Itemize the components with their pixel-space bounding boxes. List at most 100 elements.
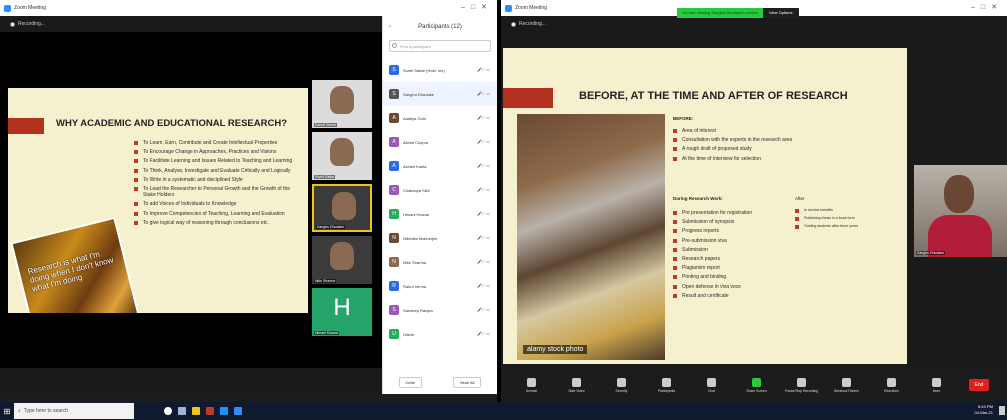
mic-muted-icon[interactable]: 🎤̸ ▭ xyxy=(477,307,491,312)
before-label: BEFORE: xyxy=(673,116,694,121)
bullet-item: Progress reports xyxy=(673,228,813,234)
toolbar-button-reactions[interactable]: Reactions xyxy=(879,377,905,393)
toolbar-button-pause-stop-recording[interactable]: Pause/Stop Recording xyxy=(785,377,818,393)
participant-row[interactable]: S Sanghu Dhodake 🎤̸ ▭ xyxy=(383,82,497,106)
bullet-item: Area of interest xyxy=(673,128,823,134)
participant-name: Chaitanya Sikh xyxy=(403,187,430,193)
mute-all-button[interactable]: Mute All xyxy=(453,377,482,388)
share-status: You are viewing Sanghu Dhodake's screen xyxy=(677,8,763,18)
toolbar-button-more[interactable]: More xyxy=(924,377,950,393)
participant-row[interactable]: S Sumit Sattar (Host, me) 🎤̸ ▭ xyxy=(383,58,497,82)
participant-name: Ulishe xyxy=(403,331,415,337)
toolbar-label: Pause/Stop Recording xyxy=(785,388,818,393)
toolbar-button-participants[interactable]: Participants xyxy=(654,377,680,393)
office-icon[interactable] xyxy=(206,407,214,415)
system-tray[interactable]: 8:10 PM 04-Mar-21 xyxy=(975,404,993,416)
toolbar-button-start-video[interactable]: Start Video xyxy=(564,377,590,393)
toolbar-icon xyxy=(842,377,851,387)
mic-muted-icon[interactable]: 🎤̸ ▭ xyxy=(477,259,491,264)
avatar: C xyxy=(389,185,399,195)
participant-row[interactable]: R Rahul Verma 🎤̸ ▭ xyxy=(383,274,497,298)
speaker-video[interactable]: Sanghu Dhodake xyxy=(914,165,1007,257)
participants-header: ‹ Participants (12) xyxy=(383,16,497,38)
video-tile-active-speaker[interactable]: Sanghu Dhodake xyxy=(312,184,372,232)
slide-title: WHY ACADEMIC AND EDUCATIONAL RESEARCH? xyxy=(56,118,287,129)
windows-start-icon[interactable]: ⊞ xyxy=(0,402,14,420)
participant-name: Rahul Verma xyxy=(403,283,427,289)
toolbar-button-security[interactable]: Security xyxy=(609,377,635,393)
toolbar-button-chat[interactable]: Chat xyxy=(699,377,725,393)
zoom-taskbar-icon[interactable] xyxy=(234,407,242,415)
bullet-item: Publishing thesis in a book form xyxy=(795,216,891,221)
mic-muted-icon[interactable]: 🎤̸ ▭ xyxy=(477,91,491,96)
toolbar-icon xyxy=(707,377,716,387)
video-tile[interactable]: H Himani Khanal xyxy=(312,288,372,336)
zoom-icon xyxy=(505,4,512,12)
mic-muted-icon[interactable]: 🎤̸ ▭ xyxy=(477,283,491,288)
mic-muted-icon[interactable]: 🎤̸ ▭ xyxy=(477,331,491,336)
view-options-button[interactable]: View Options xyxy=(763,8,799,18)
toolbar-icon xyxy=(662,377,671,387)
slide-photo: alamy stock photo xyxy=(517,114,665,360)
notification-icon[interactable] xyxy=(999,406,1005,415)
taskbar-apps xyxy=(164,407,242,415)
recording-label: Recording... xyxy=(519,21,546,27)
toolbar-icon xyxy=(527,377,536,387)
toolbar-label: Security xyxy=(615,388,628,393)
mic-muted-icon[interactable]: 🎤̸ ▭ xyxy=(477,187,491,192)
recording-indicator[interactable]: Recording... xyxy=(0,16,45,32)
collapse-icon[interactable]: ‹ xyxy=(389,24,391,30)
mic-muted-icon[interactable]: 🎤̸ ▭ xyxy=(477,235,491,240)
participant-row[interactable]: A Ashish Kadia 🎤̸ ▭ xyxy=(383,154,497,178)
video-tile[interactable]: Sumit Sattar xyxy=(312,132,372,180)
file-explorer-icon[interactable] xyxy=(192,407,200,415)
chrome-icon[interactable] xyxy=(220,407,228,415)
taskbar-search-input[interactable]: ⌕ Type here to search xyxy=(14,403,134,419)
participant-row[interactable]: U Ulishe 🎤̸ ▭ xyxy=(383,322,497,346)
mic-muted-icon[interactable]: 🎤̸ ▭ xyxy=(477,163,491,168)
toolbar-button-unmute[interactable]: Unmute xyxy=(519,377,545,393)
record-icon xyxy=(511,21,516,27)
invite-button[interactable]: Invite xyxy=(398,377,423,388)
mic-muted-icon[interactable]: 🎤̸ ▭ xyxy=(477,139,491,144)
participant-video xyxy=(330,86,354,114)
end-meeting-button[interactable]: End xyxy=(968,379,990,391)
window-controls[interactable]: –□✕ xyxy=(461,3,493,11)
slide-bullet-list: To Learn, Earn, Contribute and Create In… xyxy=(134,140,294,229)
shared-screen-area: WHY ACADEMIC AND EDUCATIONAL RESEARCH? R… xyxy=(0,32,382,368)
bullet-item: Result and certificate xyxy=(673,293,813,299)
participant-row[interactable]: N Nitin Sharma 🎤̸ ▭ xyxy=(383,250,497,274)
record-icon xyxy=(10,21,15,27)
recording-indicator[interactable]: Recording... xyxy=(501,16,546,32)
after-label: After xyxy=(795,196,805,201)
mic-muted-icon[interactable]: 🎤̸ ▭ xyxy=(477,211,491,216)
participant-name: Sumit Sattar (Host, me) xyxy=(403,67,445,73)
recording-label: Recording... xyxy=(18,21,45,27)
participant-video xyxy=(332,192,356,220)
left-title-bar: Zoom Meeting –□✕ xyxy=(0,0,497,16)
participant-search-input[interactable]: Find a participant xyxy=(389,40,491,52)
cortana-icon[interactable] xyxy=(164,407,172,415)
participant-row[interactable]: C Chaitanya Sikh 🎤̸ ▭ xyxy=(383,178,497,202)
participant-search-placeholder: Find a participant xyxy=(400,43,431,49)
mic-muted-icon[interactable]: 🎤̸ ▭ xyxy=(477,115,491,120)
mic-muted-icon[interactable]: 🎤̸ ▭ xyxy=(477,67,491,72)
bullet-item: To give logical way of reasoning through… xyxy=(134,220,294,226)
tile-avatar-letter: H xyxy=(333,294,351,321)
participant-row[interactable]: A Akhila Chopra 🎤̸ ▭ xyxy=(383,130,497,154)
video-tile[interactable]: Nitin Sharma xyxy=(312,236,372,284)
toolbar-button-breakout-rooms[interactable]: Breakout Rooms xyxy=(834,377,860,393)
participant-row[interactable]: S Sandeep Ranjan 🎤̸ ▭ xyxy=(383,298,497,322)
toolbar-button-share-screen[interactable]: Share Screen xyxy=(744,377,770,393)
right-zoom-window: Zoom Meeting –□✕ You are viewing Sanghu … xyxy=(501,0,1007,420)
video-tile[interactable]: Kamal Verma xyxy=(312,80,372,128)
task-view-icon[interactable] xyxy=(178,407,186,415)
window-controls[interactable]: –□✕ xyxy=(971,3,1003,11)
participant-row[interactable]: N Nibedita Mukherjee 🎤̸ ▭ xyxy=(383,226,497,250)
toolbar-label: Share Screen xyxy=(746,388,767,393)
bullet-item: Plagiarism report xyxy=(673,265,813,271)
participant-row[interactable]: H Himani Khanal 🎤̸ ▭ xyxy=(383,202,497,226)
participants-title: Participants (12) xyxy=(418,24,462,30)
avatar: N xyxy=(389,257,399,267)
participant-row[interactable]: A Aaditya Gore 🎤̸ ▭ xyxy=(383,106,497,130)
